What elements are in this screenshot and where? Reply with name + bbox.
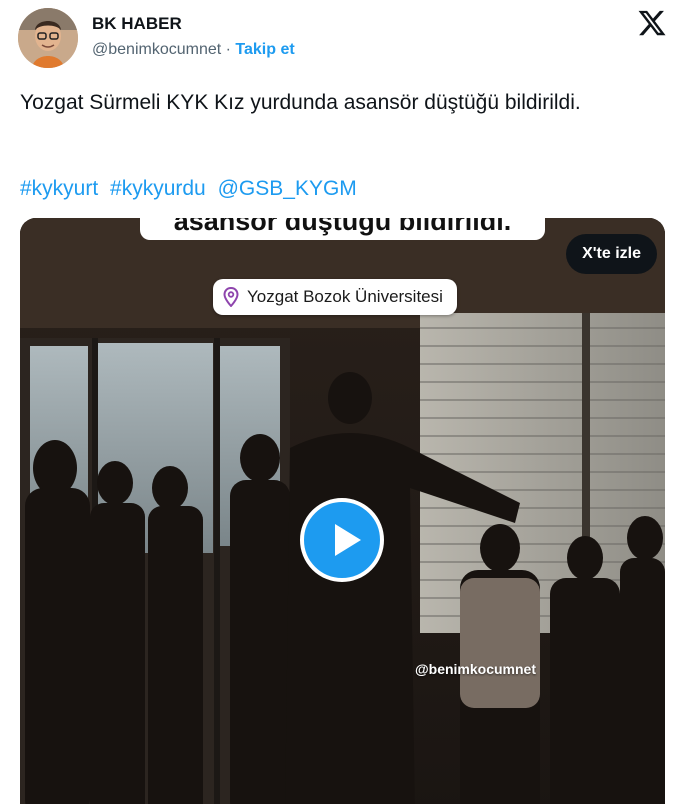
- author-handle[interactable]: @benimkocumnet: [92, 41, 221, 58]
- video-caption-overlay: asansör düştüğü bildirildi.: [140, 218, 545, 240]
- mention-gsb-kygm[interactable]: @GSB_KYGM: [218, 177, 357, 200]
- avatar[interactable]: [18, 8, 78, 68]
- hashtag-row: #kykyurt #kykyurdu @GSB_KYGM: [20, 174, 363, 203]
- location-tag: Yozgat Bozok Üniversitesi: [213, 279, 457, 315]
- map-pin-icon: [223, 286, 239, 308]
- display-name[interactable]: BK HABER: [92, 14, 295, 34]
- watch-on-x-button[interactable]: X'te izle: [566, 234, 657, 274]
- hashtag-kykyurt[interactable]: #kykyurt: [20, 177, 98, 200]
- separator: ·: [225, 41, 231, 58]
- video-watermark: @benimkocumnet: [415, 661, 537, 677]
- play-icon[interactable]: [300, 498, 384, 582]
- follow-button[interactable]: Takip et: [235, 41, 294, 58]
- play-triangle: [335, 524, 361, 556]
- location-label: Yozgat Bozok Üniversitesi: [247, 287, 443, 306]
- video-player[interactable]: asansör düştüğü bildirildi. X'te izle Yo…: [20, 218, 665, 804]
- author-names: BK HABER @benimkocumnet · Takip et: [92, 14, 295, 60]
- handle-row: @benimkocumnet · Takip et: [92, 40, 295, 60]
- tweet-header: BK HABER @benimkocumnet · Takip et: [18, 8, 667, 68]
- hashtag-kykyurdu[interactable]: #kykyurdu: [110, 177, 206, 200]
- tweet-text: Yozgat Sürmeli KYK Kız yurdunda asansör …: [20, 91, 581, 114]
- x-logo-icon[interactable]: [637, 8, 667, 38]
- tweet-card: BK HABER @benimkocumnet · Takip et Yozga…: [0, 0, 685, 804]
